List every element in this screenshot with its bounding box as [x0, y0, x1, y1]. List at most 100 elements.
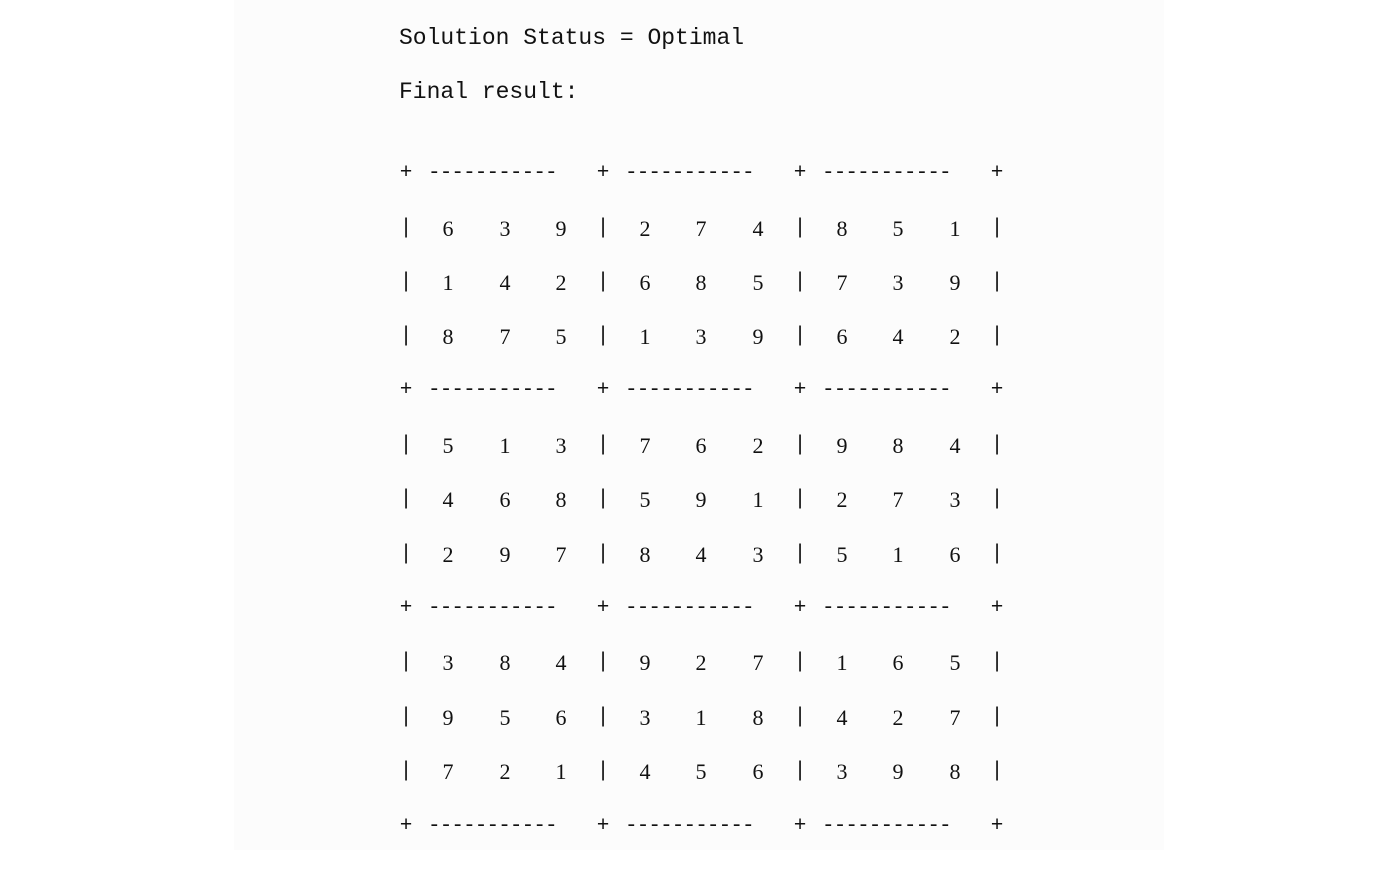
grid-cell: 6 — [836, 324, 848, 349]
grid-cell: 9 — [892, 759, 904, 784]
grid-border: | — [399, 651, 413, 674]
grid-border: | — [990, 651, 1004, 674]
grid-cell: 7 — [892, 487, 904, 512]
grid-cell: 7 — [442, 759, 454, 784]
grid-border: | — [399, 325, 413, 348]
grid-cell: 6 — [442, 216, 454, 241]
grid-border: | — [990, 271, 1004, 294]
grid-border: | — [399, 543, 413, 566]
grid-cell: 5 — [442, 433, 454, 458]
grid-cell: 4 — [836, 705, 848, 730]
grid-cell: 9 — [555, 216, 567, 241]
grid-border: | — [399, 760, 413, 783]
grid-cell: 7 — [836, 270, 848, 295]
grid-cell: 2 — [555, 270, 567, 295]
grid-corner: + — [399, 815, 413, 838]
grid-corner: + — [990, 815, 1004, 838]
grid-border: | — [793, 217, 807, 240]
grid-cell: 4 — [639, 759, 651, 784]
grid-cell: 1 — [555, 759, 567, 784]
grid-border: | — [793, 271, 807, 294]
grid-cell: 6 — [555, 705, 567, 730]
grid-cell: 1 — [499, 433, 511, 458]
grid-cell: 2 — [836, 487, 848, 512]
grid-cell: 3 — [555, 433, 567, 458]
grid-border: | — [596, 651, 610, 674]
grid-corner: + — [990, 597, 1004, 620]
grid-cell: 5 — [555, 324, 567, 349]
grid-cell: 7 — [639, 433, 651, 458]
grid-corner: + — [399, 379, 413, 402]
grid-cell: 2 — [639, 216, 651, 241]
grid-border: | — [990, 325, 1004, 348]
grid-cell: 9 — [499, 542, 511, 567]
grid-cell: 2 — [499, 759, 511, 784]
grid-cell: 7 — [949, 705, 961, 730]
grid-cell: 7 — [555, 542, 567, 567]
grid-cell: 9 — [695, 487, 707, 512]
grid-cell: 3 — [836, 759, 848, 784]
grid-border: | — [596, 488, 610, 511]
grid-cell: 4 — [555, 650, 567, 675]
grid-cell: 8 — [752, 705, 764, 730]
grid-cell: 3 — [695, 324, 707, 349]
grid-separator: ----------- — [822, 379, 952, 402]
grid-border: | — [399, 271, 413, 294]
grid-border: | — [793, 434, 807, 457]
grid-border: | — [793, 543, 807, 566]
grid-cell: 6 — [499, 487, 511, 512]
grid-cell: 7 — [499, 324, 511, 349]
grid-border: | — [596, 543, 610, 566]
grid-cell: 5 — [949, 650, 961, 675]
grid-border: | — [793, 760, 807, 783]
grid-border: | — [596, 217, 610, 240]
grid-cell: 9 — [949, 270, 961, 295]
grid-cell: 1 — [752, 487, 764, 512]
grid-cell: 3 — [442, 650, 454, 675]
grid-border: | — [596, 706, 610, 729]
grid-cell: 1 — [892, 542, 904, 567]
grid-border: | — [596, 325, 610, 348]
grid-cell: 5 — [892, 216, 904, 241]
grid-cell: 1 — [836, 650, 848, 675]
grid-border: | — [990, 760, 1004, 783]
grid-separator: ----------- — [428, 597, 558, 620]
grid-cell: 6 — [695, 433, 707, 458]
grid-cell: 8 — [442, 324, 454, 349]
grid-cell: 6 — [639, 270, 651, 295]
grid-corner: + — [596, 815, 610, 838]
grid-cell: 9 — [639, 650, 651, 675]
grid-separator: ----------- — [822, 815, 952, 838]
grid-border: | — [793, 325, 807, 348]
grid-cell: 8 — [695, 270, 707, 295]
grid-cell: 1 — [949, 216, 961, 241]
grid-cell: 2 — [892, 705, 904, 730]
sudoku-grid: + ----------- + ----------- + ----------- + + --… — [0, 0, 1400, 870]
grid-cell: 4 — [442, 487, 454, 512]
grid-cell: 4 — [499, 270, 511, 295]
grid-cell: 3 — [639, 705, 651, 730]
grid-corner: + — [793, 162, 807, 185]
grid-corner: + — [793, 379, 807, 402]
grid-cell: 3 — [752, 542, 764, 567]
grid-border: | — [990, 434, 1004, 457]
grid-cell: 9 — [836, 433, 848, 458]
grid-cell: 3 — [892, 270, 904, 295]
grid-separator: ----------- — [428, 815, 558, 838]
grid-cell: 2 — [949, 324, 961, 349]
grid-cell: 1 — [442, 270, 454, 295]
grid-border: | — [990, 706, 1004, 729]
grid-separator: ----------- — [625, 815, 755, 838]
grid-cell: 4 — [695, 542, 707, 567]
grid-cell: 1 — [639, 324, 651, 349]
grid-border: | — [793, 651, 807, 674]
grid-separator: ----------- — [822, 162, 952, 185]
grid-corner: + — [596, 597, 610, 620]
grid-separator: ----------- — [428, 379, 558, 402]
grid-border: | — [793, 706, 807, 729]
grid-cell: 6 — [892, 650, 904, 675]
grid-cell: 7 — [695, 216, 707, 241]
grid-corner: + — [596, 162, 610, 185]
grid-cell: 8 — [555, 487, 567, 512]
grid-border: | — [399, 434, 413, 457]
